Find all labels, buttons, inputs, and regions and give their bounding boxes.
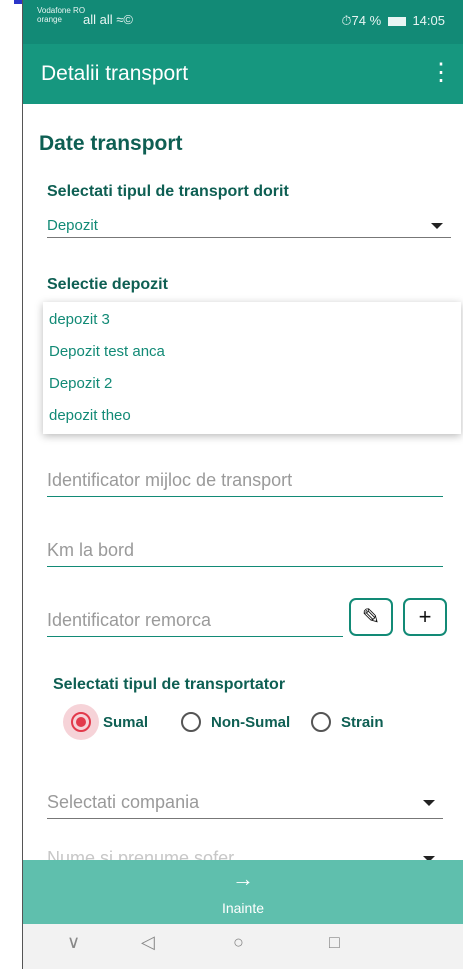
pencil-icon: ✎: [361, 604, 381, 629]
company-select[interactable]: Selectati compania: [47, 788, 443, 819]
signal-icons: all all ≈©: [83, 12, 133, 27]
radio-sumal[interactable]: [71, 712, 91, 732]
transport-type-label: Selectati tipul de transport dorit: [47, 183, 289, 200]
depot-option[interactable]: depozit 3: [49, 311, 110, 328]
chevron-down-icon[interactable]: ∨: [67, 932, 80, 953]
company-placeholder: Selectati compania: [47, 792, 200, 812]
vehicle-id-input[interactable]: Identificator mijloc de transport: [47, 466, 443, 497]
depot-dropdown: depozit 3 Depozit test anca Depozit 2 de…: [43, 302, 461, 434]
home-icon[interactable]: ○: [233, 932, 244, 953]
battery-time: ⏱74 % 14:05: [341, 13, 445, 29]
status-bar: Vodafone RO orange all all ≈© ⏱74 % 14:0…: [23, 0, 463, 44]
carrier-info: Vodafone RO orange: [37, 6, 85, 24]
radio-strain[interactable]: [311, 712, 331, 732]
depot-option[interactable]: depozit theo: [49, 407, 131, 424]
km-input[interactable]: Km la bord: [47, 536, 443, 567]
edit-trailer-button[interactable]: ✎: [349, 598, 393, 636]
carrier-name: Vodafone RO: [37, 6, 86, 15]
trailer-input[interactable]: Identificator remorca: [47, 606, 343, 637]
radio-non-sumal[interactable]: [181, 712, 201, 732]
next-label: Inainte: [221, 900, 265, 916]
phone-screen: Vodafone RO orange all all ≈© ⏱74 % 14:0…: [22, 0, 463, 969]
dropdown-arrow-icon: [423, 800, 435, 806]
page-title: Detalii transport: [41, 62, 189, 85]
transport-type-value: Depozit: [47, 217, 98, 234]
back-icon[interactable]: ◁: [141, 932, 155, 953]
battery-bar-icon: [387, 17, 406, 27]
depot-option[interactable]: Depozit test anca: [49, 343, 165, 360]
carrier-sub: orange: [37, 15, 62, 24]
arrow-right-icon: →: [232, 866, 254, 891]
carrier-type-label: Selectati tipul de transportator: [53, 676, 286, 693]
clock: 14:05: [412, 13, 445, 28]
trailer-placeholder: Identificator remorca: [47, 610, 212, 630]
system-nav-bar: ∨ ◁ ○ □: [23, 924, 463, 969]
dropdown-arrow-icon: [431, 223, 443, 229]
plus-icon: +: [418, 604, 432, 629]
add-trailer-button[interactable]: +: [403, 598, 447, 636]
transport-type-select[interactable]: Depozit: [47, 213, 451, 238]
radio-non-sumal-label[interactable]: Non-Sumal: [211, 714, 290, 731]
radio-strain-label[interactable]: Strain: [341, 714, 384, 731]
next-button[interactable]: → Inainte: [23, 860, 463, 924]
recents-icon[interactable]: □: [329, 932, 340, 953]
app-bar: Detalii transport ⋮: [23, 44, 463, 104]
radio-sumal-label[interactable]: Sumal: [103, 714, 148, 731]
overflow-menu-icon[interactable]: ⋮: [429, 58, 453, 87]
depot-option[interactable]: Depozit 2: [49, 375, 112, 392]
depot-label: Selectie depozit: [47, 276, 168, 293]
section-title: Date transport: [39, 132, 183, 155]
km-placeholder: Km la bord: [47, 540, 135, 560]
vehicle-id-placeholder: Identificator mijloc de transport: [47, 470, 293, 490]
battery-icon: ⏱74 %: [341, 13, 382, 28]
